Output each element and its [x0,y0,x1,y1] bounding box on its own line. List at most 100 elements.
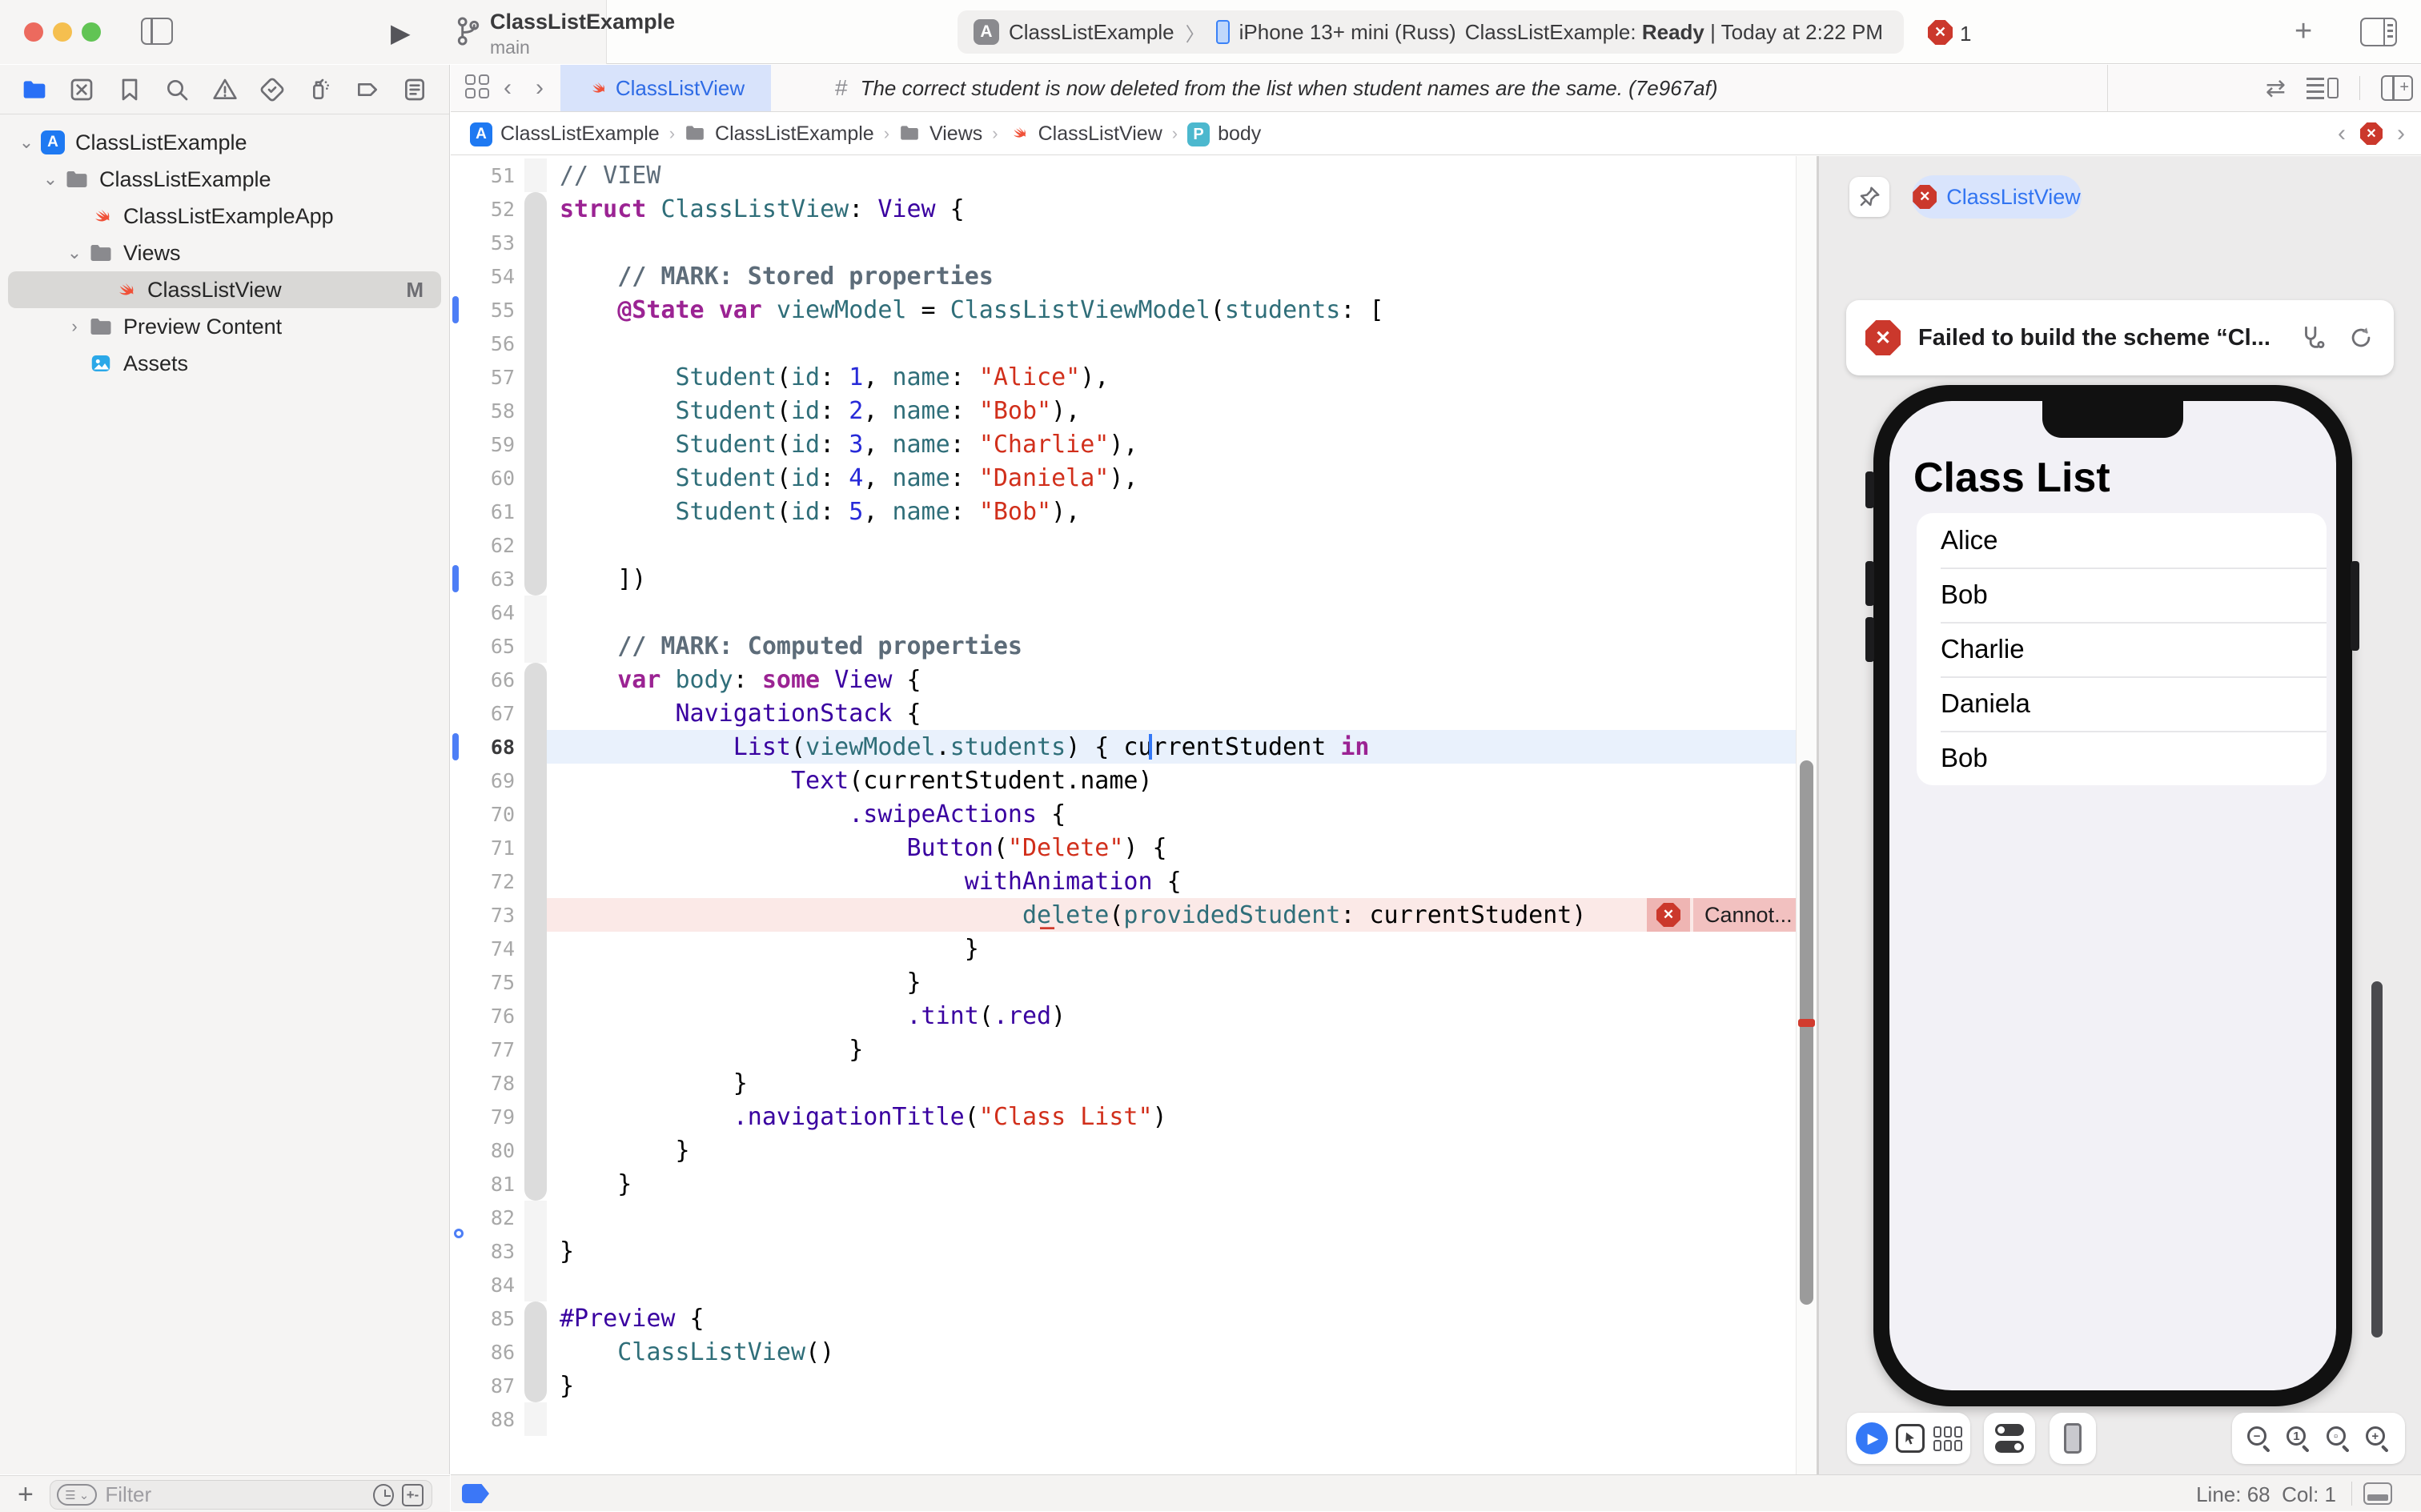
code-line-68[interactable]: 68 List(viewModel.students) { currentStu… [451,730,1796,764]
code-line-51[interactable]: 51// VIEW [451,158,1796,192]
iphone-screen[interactable]: Class List AliceBobCharlieDanielaBob [1889,401,2336,1390]
selectable-mode-button[interactable] [1896,1424,1925,1453]
sidebar-item-classlistview[interactable]: ClassListViewM [8,271,441,308]
fold-ribbon[interactable] [524,764,547,797]
close-window-button[interactable] [24,22,43,42]
code-line-71[interactable]: 71 Button("Delete") { [451,831,1796,864]
zoom-window-button[interactable] [82,22,101,42]
student-list-row[interactable]: Alice [1917,513,2327,568]
zoom-in-button[interactable]: + [2366,1426,2390,1450]
fold-ribbon[interactable] [524,797,547,831]
code-line-70[interactable]: 70 .swipeActions { [451,797,1796,831]
code-line-54[interactable]: 54 // MARK: Stored properties [451,259,1796,293]
disclosure-open-icon[interactable]: ⌄ [14,132,38,153]
disclosure-closed-icon[interactable]: › [62,316,86,337]
code-line-77[interactable]: 77 } [451,1033,1796,1066]
code-line-61[interactable]: 61 Student(id: 5, name: "Bob"), [451,495,1796,528]
fold-ribbon[interactable] [524,1369,547,1402]
fold-ribbon[interactable] [524,1268,547,1301]
code-line-60[interactable]: 60 Student(id: 4, name: "Daniela"), [451,461,1796,495]
breadcrumb-item-body[interactable]: Pbody [1187,122,1261,146]
filter-options-icon[interactable]: ☰ ⌄ [57,1484,97,1506]
code-line-64[interactable]: 64 [451,596,1796,629]
error-count[interactable]: 1 [1960,22,1971,46]
inspector-toggle-icon[interactable] [2360,18,2397,46]
fold-ribbon[interactable] [524,461,547,495]
run-button[interactable]: ▶ [391,18,411,48]
student-list-row[interactable]: Bob [1917,731,2327,785]
minimize-window-button[interactable] [53,22,72,42]
fold-ribbon[interactable] [524,730,547,764]
issues-icon[interactable] [211,76,239,103]
editor-scrollbar-track[interactable] [1796,156,1817,1474]
preview-settings-button[interactable] [1984,1413,2035,1464]
editor-options-icon[interactable] [2307,76,2339,100]
student-list-row[interactable]: Bob [1917,568,2327,622]
zoom-to-fit-button[interactable]: ▫ [2327,1426,2351,1450]
code-line-56[interactable]: 56 [451,327,1796,360]
tab-commit-message[interactable]: # The correct student is now deleted fro… [771,65,2108,111]
code-line-79[interactable]: 79 .navigationTitle("Class List") [451,1100,1796,1133]
fold-ribbon[interactable] [524,528,547,562]
device-settings-button[interactable] [2050,1413,2096,1464]
fold-ribbon[interactable] [524,1100,547,1133]
fold-ribbon[interactable] [524,293,547,327]
code-line-63[interactable]: 63 ]) [451,562,1796,596]
code-line-87[interactable]: 87} [451,1369,1796,1402]
sidebar-item-classlistexample[interactable]: ⌄AClassListExample [8,124,441,161]
fold-ribbon[interactable] [524,1066,547,1100]
pin-preview-button[interactable] [1849,177,1889,217]
code-line-69[interactable]: 69 Text(currentStudent.name) [451,764,1796,797]
code-line-84[interactable]: 84 [451,1268,1796,1301]
code-line-85[interactable]: 85#Preview { [451,1301,1796,1335]
fold-ribbon[interactable] [524,696,547,730]
breadcrumb-item-views[interactable]: Views [899,122,982,146]
fold-ribbon[interactable] [524,932,547,965]
fold-ribbon[interactable] [524,864,547,898]
new-tab-button[interactable]: + [2295,14,2312,49]
error-annotation[interactable]: Cannot... [1693,898,1796,932]
disclosure-open-icon[interactable]: ⌄ [38,169,62,190]
code-line-88[interactable]: 88 [451,1402,1796,1436]
code-line-78[interactable]: 78 } [451,1066,1796,1100]
preview-student-list[interactable]: AliceBobCharlieDanielaBob [1917,513,2327,785]
source-control-status-icon[interactable]: +- [402,1484,424,1506]
breadcrumb-item-classlistexample[interactable]: AClassListExample [470,122,660,146]
code-line-57[interactable]: 57 Student(id: 1, name: "Alice"), [451,360,1796,394]
fold-ribbon[interactable] [524,999,547,1033]
sidebar-item-assets[interactable]: Assets [8,345,441,382]
recent-files-icon[interactable] [373,1484,393,1506]
code-line-75[interactable]: 75 } [451,965,1796,999]
preview-target-pill[interactable]: ✕ ClassListView [1912,175,2082,219]
fold-ribbon[interactable] [524,596,547,629]
fold-ribbon[interactable] [524,562,547,596]
fold-ribbon[interactable] [524,226,547,259]
editor-layout-icon[interactable] [2363,1482,2392,1505]
code-line-80[interactable]: 80 } [451,1133,1796,1167]
tests-icon[interactable] [259,76,286,103]
code-line-76[interactable]: 76 .tint(.red) [451,999,1796,1033]
sidebar-item-views[interactable]: ⌄Views [8,235,441,271]
fold-ribbon[interactable] [524,394,547,427]
zoom-actual-size-button[interactable]: 1 [2286,1426,2311,1450]
canvas-scrollbar[interactable] [2371,981,2383,1338]
fold-ribbon[interactable] [524,1301,547,1335]
build-failed-banner[interactable]: ✕ Failed to build the scheme “Cl... [1846,300,2394,375]
scheme-name[interactable]: ClassListExample [1009,20,1174,45]
code-line-58[interactable]: 58 Student(id: 2, name: "Bob"), [451,394,1796,427]
fold-ribbon[interactable] [524,327,547,360]
code-line-52[interactable]: 52struct ClassListView: View { [451,192,1796,226]
find-icon[interactable] [163,76,191,103]
go-forward-button[interactable]: › [536,74,544,102]
filter-input[interactable] [105,1482,373,1507]
fold-ribbon[interactable] [524,663,547,696]
code-line-73[interactable]: 73 delete(providedStudent: currentStuden… [451,898,1796,932]
bookmarks-icon[interactable] [116,76,143,103]
project-navigator-icon[interactable] [21,76,48,103]
diagnostics-icon[interactable] [2299,324,2327,351]
zoom-out-button[interactable]: − [2247,1426,2271,1450]
sidebar-item-classlistexampleapp[interactable]: ClassListExampleApp [8,198,441,235]
sidebar-item-preview-content[interactable]: ›Preview Content [8,308,441,345]
add-item-button[interactable]: + [18,1479,34,1510]
fold-ribbon[interactable] [524,1133,547,1167]
